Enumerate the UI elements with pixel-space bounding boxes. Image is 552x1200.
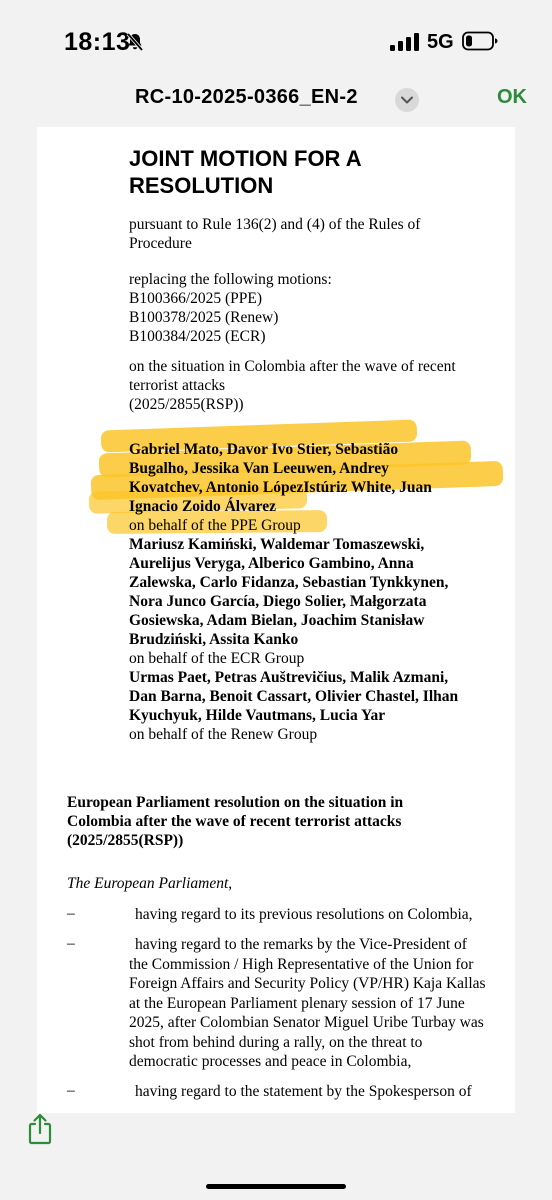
motion-ref: B100378/2025 (Renew) xyxy=(129,309,279,326)
signatory-line: Kovatchev, Antonio LópezIstúriz White, J… xyxy=(129,479,432,496)
text-line: pursuant to Rule 136(2) and (4) of the R… xyxy=(129,216,421,233)
citation-line: democratic processes and peace in Colomb… xyxy=(129,1053,412,1070)
signatory-line: Brudziński, Assita Kanko xyxy=(129,631,299,648)
ok-button[interactable]: OK xyxy=(497,86,527,109)
signatory-line: Gosiewska, Adam Bielan, Joachim Stanisła… xyxy=(129,612,425,629)
title-line: European Parliament resolution on the si… xyxy=(67,794,404,811)
citation-line: having regard to the statement by the Sp… xyxy=(135,1083,472,1100)
group-label-text: on behalf of the Renew Group xyxy=(129,726,318,743)
chevron-down-icon xyxy=(401,96,413,104)
text-line: terrorist attacks xyxy=(129,377,225,394)
document-title[interactable]: RC-10-2025-0366_EN-2 xyxy=(135,86,358,109)
citation-line: having regard to the remarks by the Vice… xyxy=(135,936,467,953)
renew-group-label: on behalf of the Renew Group xyxy=(129,725,499,744)
heading-line: RESOLUTION xyxy=(129,173,274,198)
citation-line: Foreign Affairs and Security Policy (VP/… xyxy=(129,975,486,992)
signatory-line: Dan Barna, Benoit Cassart, Olivier Chast… xyxy=(129,688,459,705)
network-type: 5G xyxy=(427,31,454,53)
signatory-line: Aurelijus Veryga, Alberico Gambino, Anna xyxy=(129,555,414,572)
replacing-motions: replacing the following motions: B100366… xyxy=(129,270,499,346)
navigation-bar: RC-10-2025-0366_EN-2 OK xyxy=(0,80,552,122)
citation-item: having regard to its previous resolution… xyxy=(129,905,499,925)
document-heading: JOINT MOTION FOR A RESOLUTION xyxy=(129,145,469,199)
motion-ref: B100384/2025 (ECR) xyxy=(129,328,266,345)
bell-slash-icon xyxy=(126,32,144,52)
status-time: 18:13 xyxy=(64,28,131,56)
procedure-ref: (2025/2855(RSP)) xyxy=(129,396,244,413)
heading-line: JOINT MOTION FOR A xyxy=(129,146,362,171)
document-page[interactable]: JOINT MOTION FOR A RESOLUTION pursuant t… xyxy=(37,127,515,1113)
preamble-intro-comma: , xyxy=(228,875,233,892)
pursuant-text: pursuant to Rule 136(2) and (4) of the R… xyxy=(129,215,499,253)
text-line: Procedure xyxy=(129,235,192,252)
signatory-line: Kyuchyuk, Hilde Vautmans, Lucia Yar xyxy=(129,707,386,724)
title-line: (2025/2855(RSP)) xyxy=(67,832,184,849)
share-icon[interactable] xyxy=(28,1113,52,1145)
battery-icon xyxy=(462,31,498,51)
text-line: replacing the following motions: xyxy=(129,271,332,288)
citation-line: at the European Parliament plenary sessi… xyxy=(129,994,465,1012)
ecr-signatories: Mariusz Kamiński, Waldemar Tomaszewski, … xyxy=(129,535,499,649)
signatory-line: Mariusz Kamiński, Waldemar Tomaszewski, xyxy=(129,536,425,553)
citation-line: the Commission / High Representative of … xyxy=(129,955,474,973)
preamble-intro-italic: The European Parliament xyxy=(67,875,229,892)
citation-line: 2025, after Colombian Senator Miguel Uri… xyxy=(129,1014,484,1031)
citation-item: having regard to the statement by the Sp… xyxy=(129,1082,499,1102)
list-dash: – xyxy=(67,905,75,922)
ppe-group-label: on behalf of the PPE Group xyxy=(129,516,499,535)
text-line: on the situation in Colombia after the w… xyxy=(129,358,456,375)
group-label-text: on behalf of the ECR Group xyxy=(129,650,305,667)
title-menu-button[interactable] xyxy=(395,88,419,112)
signatory-line: Gabriel Mato, Davor Ivo Stier, Sebastião xyxy=(129,441,399,458)
signatory-line: Urmas Paet, Petras Auštrevičius, Malik A… xyxy=(129,669,449,686)
status-bar: 18:13 5G xyxy=(0,0,552,80)
citation-line: having regard to its previous resolution… xyxy=(135,906,473,923)
preamble-intro: The European Parliament, xyxy=(67,875,232,893)
list-dash: – xyxy=(67,1082,75,1099)
ppe-signatories: Gabriel Mato, Davor Ivo Stier, Sebastião… xyxy=(129,440,499,516)
ecr-group-label: on behalf of the ECR Group xyxy=(129,649,499,668)
signal-bars-icon xyxy=(390,33,419,51)
title-line: Colombia after the wave of recent terror… xyxy=(67,813,402,830)
motion-ref: B100366/2025 (PPE) xyxy=(129,290,263,307)
situation-text: on the situation in Colombia after the w… xyxy=(129,357,499,414)
signatory-line: Zalewska, Carlo Fidanza, Sebastian Tynkk… xyxy=(129,574,449,591)
renew-signatories: Urmas Paet, Petras Auštrevičius, Malik A… xyxy=(129,668,499,725)
list-dash: – xyxy=(67,935,75,952)
signatory-line: Bugalho, Jessika Van Leeuwen, Andrey xyxy=(129,460,389,477)
citation-item: having regard to the remarks by the Vice… xyxy=(129,935,499,1072)
citation-line: shot from behind during a rally, on the … xyxy=(129,1033,423,1051)
group-label-text: on behalf of the PPE Group xyxy=(129,517,301,534)
home-indicator[interactable] xyxy=(206,1184,346,1189)
signatory-line: Nora Junco García, Diego Solier, Małgorz… xyxy=(129,593,427,610)
resolution-title: European Parliament resolution on the si… xyxy=(67,793,497,850)
signatory-line: Ignacio Zoido Álvarez xyxy=(129,498,276,515)
